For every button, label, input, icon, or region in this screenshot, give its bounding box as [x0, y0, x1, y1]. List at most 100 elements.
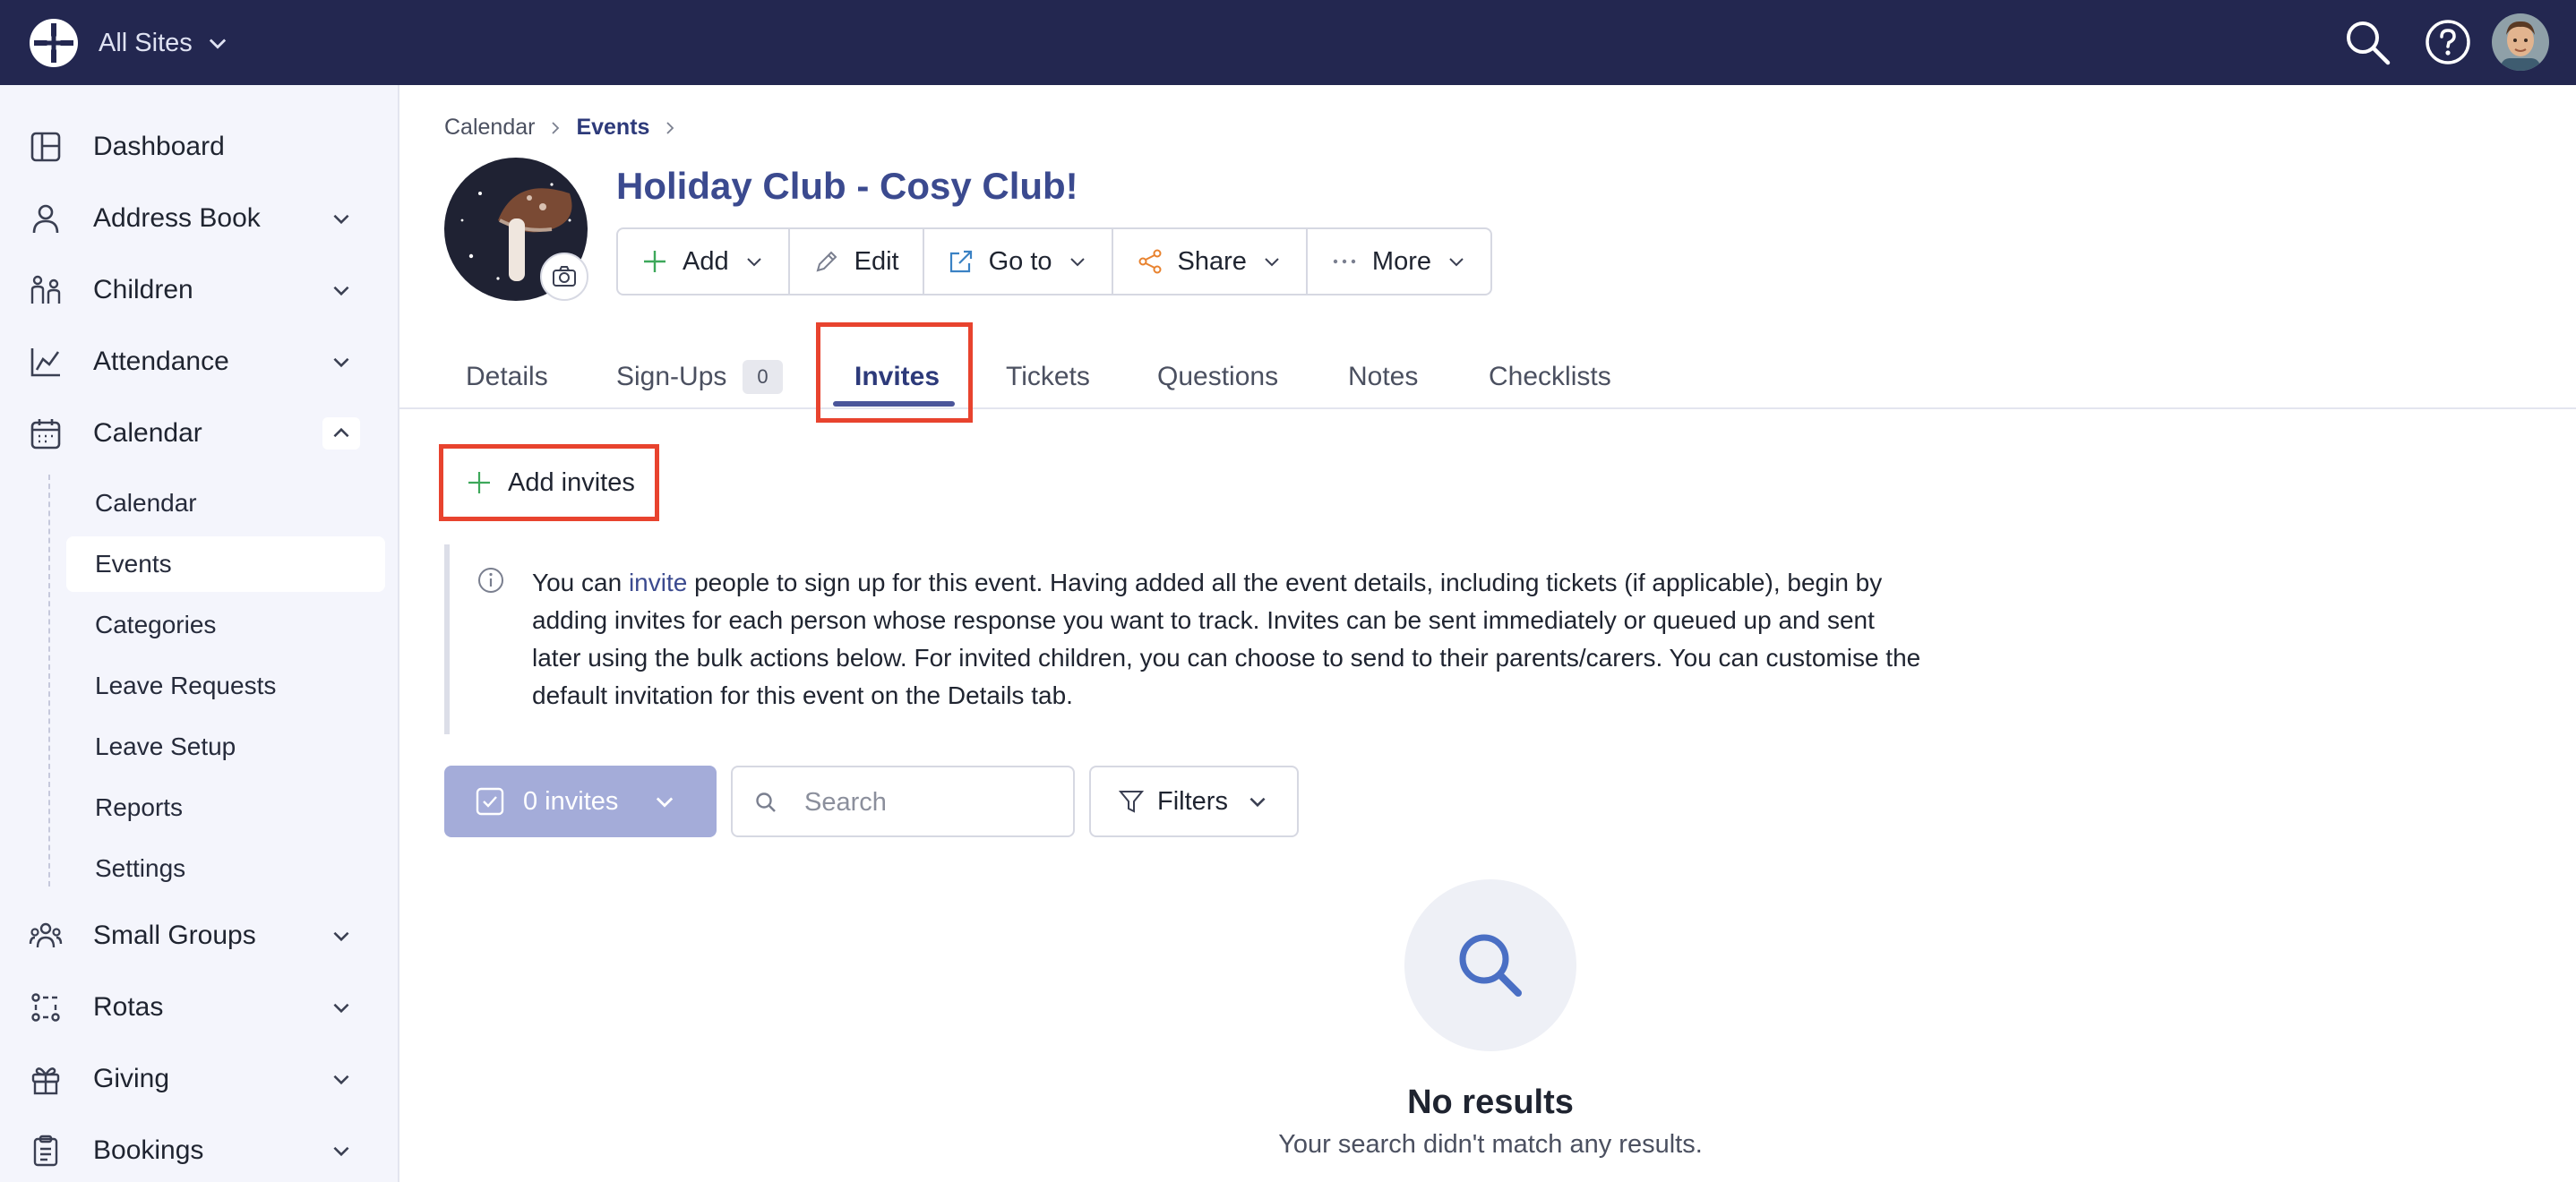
share-button[interactable]: Share [1113, 229, 1308, 294]
sidebar-item-dashboard[interactable]: Dashboard [0, 118, 399, 176]
count-badge: 0 [743, 360, 783, 394]
breadcrumb-calendar[interactable]: Calendar [444, 115, 535, 141]
tab-label: Sign-Ups [616, 362, 727, 391]
page-title: Holiday Club - Cosy Club! [616, 165, 1078, 207]
tab-questions[interactable]: Questions [1157, 345, 1278, 409]
chevron-up-icon[interactable] [322, 417, 360, 450]
sidebar-item-children[interactable]: Children [0, 261, 399, 319]
chevron-down-icon[interactable] [322, 920, 360, 952]
chevron-down-icon [1449, 258, 1464, 267]
search-field[interactable] [731, 766, 1075, 837]
chart-icon [30, 348, 60, 377]
tab-label: Checklists [1489, 362, 1611, 391]
tab-tickets[interactable]: Tickets [1006, 345, 1090, 409]
search-icon[interactable] [2341, 16, 2393, 68]
sidebar-subitem-label: Events [95, 550, 172, 578]
info-text-pre: You can [532, 569, 629, 596]
info-callout: You can invite people to sign up for thi… [444, 544, 1920, 734]
sidebar-item-calendar[interactable]: Calendar [0, 405, 399, 462]
edit-button[interactable]: Edit [790, 229, 924, 294]
search-input[interactable] [804, 780, 1055, 825]
chevron-down-icon[interactable] [322, 202, 360, 235]
sidebar-subitem-reports[interactable]: Reports [66, 780, 385, 835]
sidebar-item-label: Giving [93, 1064, 170, 1093]
clipboard-icon [33, 1135, 58, 1167]
chevron-down-icon [1249, 797, 1266, 808]
go-to-button-label: Go to [988, 246, 1052, 276]
calendar-icon [30, 419, 61, 450]
chevron-down-icon[interactable] [322, 991, 360, 1024]
tab-label: Tickets [1006, 362, 1090, 391]
ellipsis-icon [1333, 259, 1356, 264]
empty-state-subtitle: Your search didn't match any results. [1278, 1130, 1703, 1159]
pencil-icon [816, 251, 837, 272]
sidebar-item-label: Attendance [93, 347, 229, 376]
sidebar-item-label: Small Groups [93, 921, 256, 950]
tab-checklists[interactable]: Checklists [1489, 345, 1611, 409]
chevron-right-icon [552, 121, 560, 134]
sidebar-item-label: Dashboard [93, 132, 225, 161]
sidebar-item-giving[interactable]: Giving [0, 1050, 399, 1108]
filters-label: Filters [1157, 786, 1228, 816]
search-icon [1459, 934, 1522, 997]
sidebar-subitem-events[interactable]: Events [66, 536, 385, 592]
sidebar: Dashboard Address Book Children Attendan… [0, 85, 399, 1182]
sidebar-subitem-categories[interactable]: Categories [66, 597, 385, 653]
sidebar-item-label: Calendar [93, 418, 202, 448]
tab-details[interactable]: Details [466, 345, 548, 409]
sidebar-subitem-leave-requests[interactable]: Leave Requests [66, 658, 385, 714]
more-button[interactable]: More [1308, 229, 1490, 294]
sidebar-item-attendance[interactable]: Attendance [0, 333, 399, 390]
sidebar-subitem-settings[interactable]: Settings [66, 841, 385, 896]
submenu-guide-line [48, 475, 50, 886]
sidebar-subitem-label: Leave Setup [95, 732, 236, 760]
tab-label: Questions [1157, 362, 1279, 391]
checkbox-icon [476, 787, 504, 816]
chevron-down-icon[interactable] [322, 1063, 360, 1095]
empty-state-title: No results [1407, 1084, 1574, 1121]
site-switcher[interactable]: All Sites [99, 25, 230, 61]
go-to-button[interactable]: Go to [924, 229, 1113, 294]
invite-link[interactable]: invite [629, 569, 687, 596]
event-action-bar: Add Edit Go to Share More [616, 227, 1492, 296]
event-tabs: Details Sign-Ups 0 Invites Tickets Questi… [399, 345, 2576, 409]
children-icon [30, 275, 61, 304]
add-invites-button[interactable]: Add invites [439, 444, 659, 521]
chevron-down-icon [1265, 258, 1279, 267]
change-photo-button[interactable] [540, 253, 588, 301]
filters-button[interactable]: Filters [1089, 766, 1299, 837]
info-text: You can invite people to sign up for thi… [532, 564, 1929, 715]
help-icon[interactable] [2424, 18, 2472, 66]
sidebar-subitem-label: Calendar [95, 489, 197, 517]
sidebar-item-small-groups[interactable]: Small Groups [0, 907, 399, 964]
bulk-actions-button[interactable]: 0 invites [444, 766, 717, 837]
sidebar-subitem-label: Categories [95, 611, 217, 638]
external-link-icon [949, 250, 972, 273]
group-icon [29, 922, 63, 948]
user-avatar[interactable] [2492, 13, 2549, 71]
more-button-label: More [1371, 246, 1431, 276]
chevron-right-icon [666, 121, 674, 134]
logo-icon[interactable] [27, 16, 81, 70]
chevron-down-icon[interactable] [322, 346, 360, 378]
sidebar-item-bookings[interactable]: Bookings [0, 1122, 399, 1179]
person-icon [32, 204, 59, 234]
add-button[interactable]: Add [618, 229, 790, 294]
sidebar-item-rotas[interactable]: Rotas [0, 979, 399, 1036]
chevron-down-icon[interactable] [322, 1135, 360, 1167]
sidebar-item-label: Address Book [93, 203, 261, 233]
breadcrumb-events[interactable]: Events [576, 115, 649, 141]
sidebar-subitem-leave-setup[interactable]: Leave Setup [66, 719, 385, 775]
sidebar-subitem-calendar[interactable]: Calendar [66, 475, 385, 531]
gift-icon [31, 1067, 60, 1095]
sidebar-item-label: Rotas [93, 992, 164, 1022]
tab-notes[interactable]: Notes [1348, 345, 1418, 409]
tab-sign-ups[interactable]: Sign-Ups 0 [616, 345, 783, 409]
add-button-label: Add [683, 246, 729, 276]
chevron-down-icon[interactable] [322, 274, 360, 306]
info-text-post: people to sign up for this event. Having… [532, 569, 1921, 709]
sidebar-item-label: Children [93, 275, 193, 304]
dashboard-icon [30, 132, 61, 162]
highlight-box-invites-tab [816, 322, 973, 423]
sidebar-item-address-book[interactable]: Address Book [0, 190, 399, 247]
